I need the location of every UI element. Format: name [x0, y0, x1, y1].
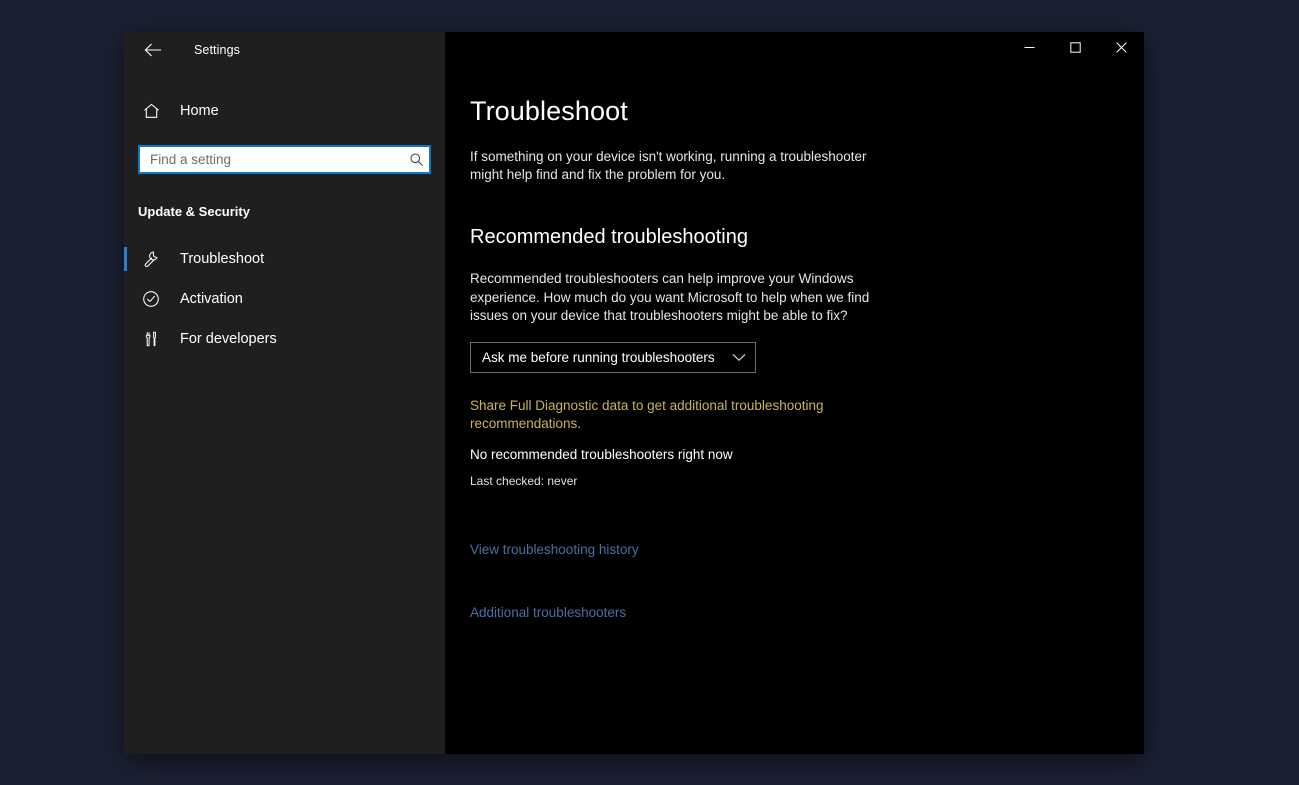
section-title-recommended-troubleshooting: Recommended troubleshooting: [470, 226, 748, 248]
sidebar-item-activation-label: Activation: [180, 291, 243, 307]
page-title: Troubleshoot: [470, 96, 628, 126]
selection-indicator: [124, 247, 127, 271]
home-icon: [138, 103, 164, 119]
page-description: If something on your device isn't workin…: [470, 149, 867, 182]
sidebar-item-troubleshoot[interactable]: Troubleshoot: [124, 239, 445, 279]
app-title: Settings: [194, 43, 240, 57]
diagnostic-data-notice[interactable]: Share Full Diagnostic data to get additi…: [470, 397, 870, 433]
search-input[interactable]: [140, 147, 403, 172]
window-controls: [445, 32, 1144, 68]
sidebar-item-for-developers[interactable]: For developers: [124, 319, 445, 359]
sidebar: Settings Home Update & Security: [124, 32, 445, 754]
sidebar-nav-list: Troubleshoot Activation For developers: [124, 239, 445, 359]
sidebar-item-troubleshoot-label: Troubleshoot: [180, 251, 265, 267]
section-description: Recommended troubleshooters can help imp…: [470, 271, 870, 323]
tools-icon: [138, 330, 164, 348]
window-titlebar-left: Settings: [124, 32, 445, 68]
link-view-troubleshooting-history[interactable]: View troubleshooting history: [470, 542, 1144, 557]
recommended-troubleshooting-dropdown[interactable]: Ask me before running troubleshooters: [470, 341, 756, 373]
wrench-icon: [138, 250, 164, 268]
recommendation-status: No recommended troubleshooters right now: [470, 446, 733, 462]
search-icon[interactable]: [403, 152, 429, 167]
minimize-icon[interactable]: [1006, 32, 1052, 63]
link-additional-troubleshooters[interactable]: Additional troubleshooters: [470, 605, 1144, 620]
close-icon[interactable]: [1098, 32, 1144, 63]
sidebar-group-header: Update & Security: [138, 204, 250, 219]
search-box[interactable]: [138, 145, 431, 174]
last-checked-label: Last checked: never: [470, 473, 578, 488]
settings-window: Settings Home Update & Security: [124, 32, 1144, 754]
main-panel: Troubleshoot If something on your device…: [445, 32, 1144, 754]
sidebar-item-for-developers-label: For developers: [180, 331, 277, 347]
maximize-icon[interactable]: [1052, 32, 1098, 63]
sidebar-item-activation[interactable]: Activation: [124, 279, 445, 319]
check-circle-icon: [138, 290, 164, 308]
content-area: Troubleshoot If something on your device…: [445, 68, 1144, 620]
chevron-down-icon: [732, 353, 746, 362]
sidebar-item-home[interactable]: Home: [124, 94, 445, 128]
dropdown-selected-value: Ask me before running troubleshooters: [482, 349, 715, 365]
sidebar-item-home-label: Home: [180, 103, 219, 119]
back-arrow-icon[interactable]: [136, 35, 170, 65]
